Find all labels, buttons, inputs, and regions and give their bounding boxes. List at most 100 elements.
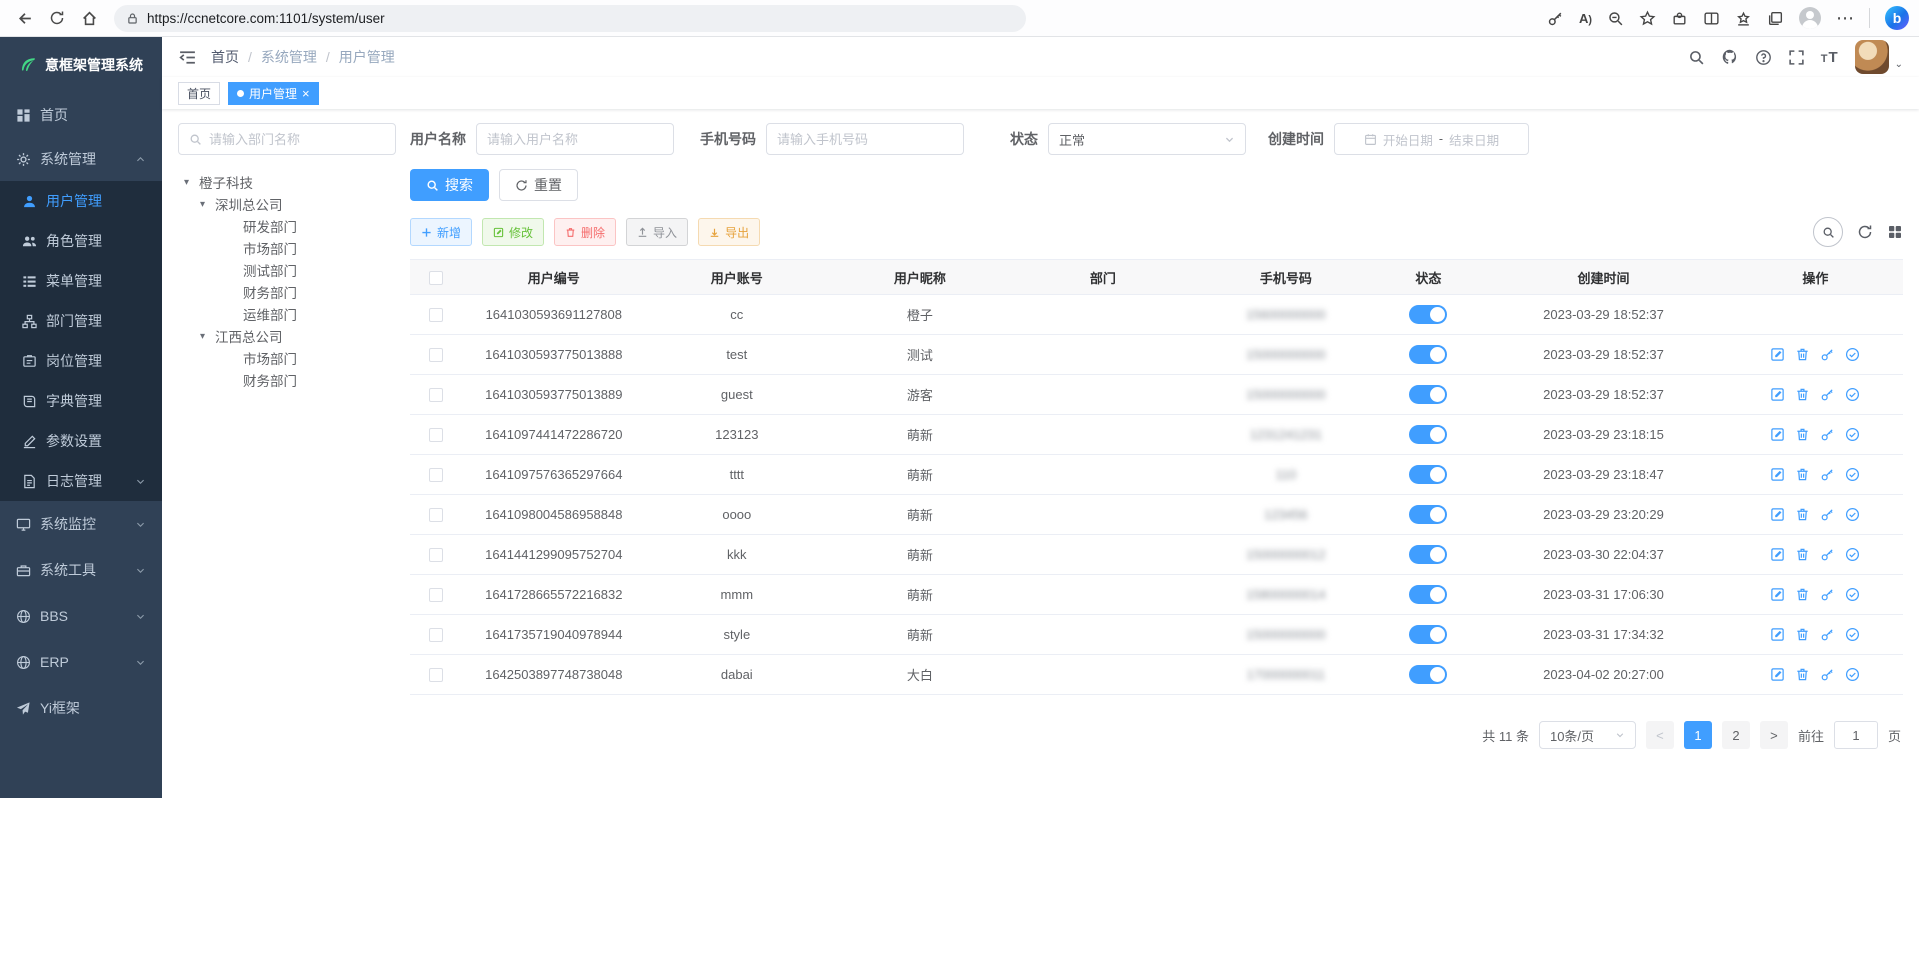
row-assign-role-icon[interactable] xyxy=(1845,427,1860,442)
tree-node[interactable]: ▾ 橙子科技 xyxy=(178,171,396,193)
favorites-add-icon[interactable] xyxy=(1639,10,1656,27)
row-checkbox[interactable] xyxy=(429,388,443,402)
delete-button[interactable]: 删除 xyxy=(554,218,616,246)
status-toggle[interactable] xyxy=(1409,665,1447,684)
page-size-select[interactable]: 10条/页 xyxy=(1539,721,1636,749)
row-edit-icon[interactable] xyxy=(1770,387,1785,402)
column-settings-icon[interactable] xyxy=(1887,224,1903,240)
row-edit-icon[interactable] xyxy=(1770,467,1785,482)
phone-input[interactable] xyxy=(777,132,953,147)
add-button[interactable]: 新增 xyxy=(410,218,472,246)
breadcrumb-home[interactable]: 首页 xyxy=(211,47,239,67)
tag-home[interactable]: 首页 xyxy=(178,82,220,105)
status-select[interactable]: 正常 xyxy=(1048,123,1246,155)
collections-icon[interactable] xyxy=(1767,10,1784,27)
split-screen-icon[interactable] xyxy=(1703,10,1720,27)
browser-home-button[interactable] xyxy=(74,3,104,33)
tree-node[interactable]: ▾ 江西总公司 xyxy=(178,325,396,347)
extensions-icon[interactable] xyxy=(1671,10,1688,27)
row-delete-icon[interactable] xyxy=(1795,627,1810,642)
sidebar-item-system[interactable]: 系统管理 xyxy=(0,137,162,181)
row-reset-password-icon[interactable] xyxy=(1820,667,1835,682)
status-toggle[interactable] xyxy=(1409,305,1447,324)
row-checkbox[interactable] xyxy=(429,308,443,322)
tree-node[interactable]: ▾ 市场部门 xyxy=(178,347,396,369)
tree-node[interactable]: ▾ 深圳总公司 xyxy=(178,193,396,215)
sidebar-item-monitor[interactable]: 系统监控 xyxy=(0,501,162,547)
row-checkbox[interactable] xyxy=(429,468,443,482)
sidebar-item-dict-mgmt[interactable]: 字典管理 xyxy=(0,381,162,421)
row-checkbox[interactable] xyxy=(429,348,443,362)
row-assign-role-icon[interactable] xyxy=(1845,667,1860,682)
import-button[interactable]: 导入 xyxy=(626,218,688,246)
dept-search-input[interactable] xyxy=(209,132,385,147)
tree-caret-icon[interactable]: ▾ xyxy=(200,199,210,210)
help-icon[interactable] xyxy=(1755,49,1772,66)
status-toggle[interactable] xyxy=(1409,585,1447,604)
row-reset-password-icon[interactable] xyxy=(1820,507,1835,522)
tree-caret-icon[interactable]: ▾ xyxy=(184,177,194,188)
sidebar-item-erp[interactable]: ERP xyxy=(0,639,162,685)
goto-page-input[interactable] xyxy=(1834,721,1878,749)
sidebar-toggle-icon[interactable] xyxy=(178,48,197,67)
next-page-button[interactable]: > xyxy=(1760,721,1788,749)
refresh-table-icon[interactable] xyxy=(1857,224,1873,240)
search-button[interactable]: 搜索 xyxy=(410,169,489,201)
read-aloud-icon[interactable]: A) xyxy=(1579,11,1592,26)
status-toggle[interactable] xyxy=(1409,625,1447,644)
sidebar-item-logs[interactable]: 日志管理 xyxy=(0,461,162,501)
row-checkbox[interactable] xyxy=(429,588,443,602)
row-checkbox[interactable] xyxy=(429,668,443,682)
browser-refresh-button[interactable] xyxy=(42,3,72,33)
row-assign-role-icon[interactable] xyxy=(1845,347,1860,362)
sidebar-item-home[interactable]: 首页 xyxy=(0,93,162,137)
row-reset-password-icon[interactable] xyxy=(1820,387,1835,402)
row-edit-icon[interactable] xyxy=(1770,627,1785,642)
tree-node[interactable]: ▾ 财务部门 xyxy=(178,369,396,391)
sidebar-item-bbs[interactable]: BBS xyxy=(0,593,162,639)
github-icon[interactable] xyxy=(1721,48,1739,66)
row-checkbox[interactable] xyxy=(429,548,443,562)
status-toggle[interactable] xyxy=(1409,465,1447,484)
row-assign-role-icon[interactable] xyxy=(1845,627,1860,642)
row-delete-icon[interactable] xyxy=(1795,547,1810,562)
sidebar-item-dept-mgmt[interactable]: 部门管理 xyxy=(0,301,162,341)
address-bar[interactable]: https://ccnetcore.com:1101/system/user xyxy=(114,5,1026,32)
more-menu-icon[interactable]: ⋯ xyxy=(1836,13,1854,23)
sidebar-item-menu-mgmt[interactable]: 菜单管理 xyxy=(0,261,162,301)
select-all-checkbox[interactable] xyxy=(429,271,443,285)
zoom-out-icon[interactable] xyxy=(1607,10,1624,27)
sidebar-item-params[interactable]: 参数设置 xyxy=(0,421,162,461)
tag-user-mgmt[interactable]: 用户管理 × xyxy=(228,82,319,105)
row-edit-icon[interactable] xyxy=(1770,427,1785,442)
row-checkbox[interactable] xyxy=(429,428,443,442)
row-delete-icon[interactable] xyxy=(1795,467,1810,482)
font-size-icon[interactable]: TT xyxy=(1821,49,1839,66)
close-icon[interactable]: × xyxy=(302,87,310,100)
row-reset-password-icon[interactable] xyxy=(1820,627,1835,642)
tree-node[interactable]: ▾ 运维部门 xyxy=(178,303,396,325)
row-assign-role-icon[interactable] xyxy=(1845,547,1860,562)
sidebar-item-yi-framework[interactable]: Yi框架 xyxy=(0,685,162,731)
row-edit-icon[interactable] xyxy=(1770,587,1785,602)
row-delete-icon[interactable] xyxy=(1795,667,1810,682)
row-assign-role-icon[interactable] xyxy=(1845,507,1860,522)
browser-back-button[interactable] xyxy=(10,3,40,33)
tree-node[interactable]: ▾ 测试部门 xyxy=(178,259,396,281)
row-checkbox[interactable] xyxy=(429,508,443,522)
status-toggle[interactable] xyxy=(1409,425,1447,444)
row-reset-password-icon[interactable] xyxy=(1820,467,1835,482)
prev-page-button[interactable]: < xyxy=(1646,721,1674,749)
row-reset-password-icon[interactable] xyxy=(1820,427,1835,442)
status-toggle[interactable] xyxy=(1409,385,1447,404)
user-avatar[interactable] xyxy=(1855,40,1889,74)
search-icon[interactable] xyxy=(1688,49,1705,66)
favorites-bar-icon[interactable] xyxy=(1735,10,1752,27)
row-reset-password-icon[interactable] xyxy=(1820,587,1835,602)
tree-node[interactable]: ▾ 财务部门 xyxy=(178,281,396,303)
status-toggle[interactable] xyxy=(1409,345,1447,364)
row-assign-role-icon[interactable] xyxy=(1845,387,1860,402)
page-button-1[interactable]: 1 xyxy=(1684,721,1712,749)
row-edit-icon[interactable] xyxy=(1770,347,1785,362)
row-edit-icon[interactable] xyxy=(1770,667,1785,682)
